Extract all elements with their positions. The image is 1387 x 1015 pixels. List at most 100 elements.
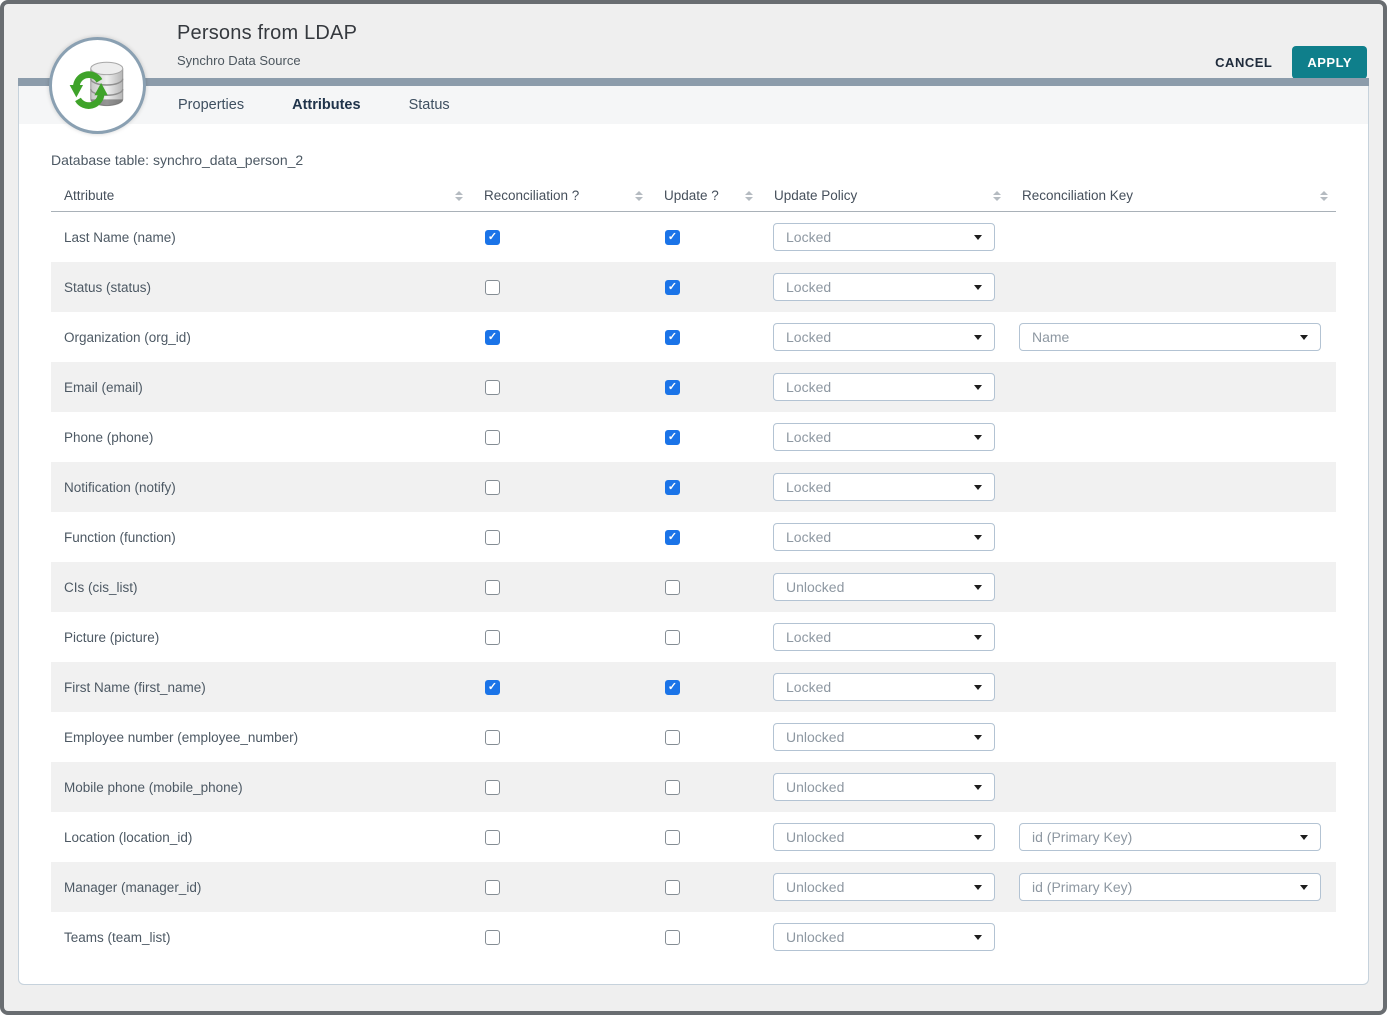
update-policy-select[interactable]: Unlocked <box>773 573 995 601</box>
apply-button[interactable]: APPLY <box>1292 46 1367 79</box>
tab-properties[interactable]: Properties <box>178 97 244 113</box>
reconciliation-key-select[interactable]: id (Primary Key) <box>1019 823 1321 851</box>
update-checkbox[interactable] <box>665 880 680 895</box>
update-cell: ✓ <box>651 530 761 545</box>
reconciliation-checkbox[interactable] <box>485 280 500 295</box>
update-checkbox[interactable]: ✓ <box>665 680 680 695</box>
reconciliation-checkbox[interactable] <box>485 780 500 795</box>
update-checkbox[interactable]: ✓ <box>665 430 680 445</box>
update-policy-select-value: Locked <box>786 429 831 445</box>
dropdown-caret-icon <box>974 335 982 340</box>
sync-arrows-icon <box>69 74 107 105</box>
update-checkbox[interactable] <box>665 830 680 845</box>
reconciliation-checkbox[interactable] <box>485 730 500 745</box>
update-policy-cell: Locked <box>761 623 1009 651</box>
update-policy-cell: Locked <box>761 373 1009 401</box>
reconciliation-cell <box>471 480 651 495</box>
reconciliation-cell <box>471 780 651 795</box>
reconciliation-checkbox[interactable]: ✓ <box>485 230 500 245</box>
table-row: Picture (picture)Locked <box>51 612 1336 662</box>
reconciliation-key-select[interactable]: Name <box>1019 323 1321 351</box>
update-policy-select[interactable]: Unlocked <box>773 823 995 851</box>
reconciliation-checkbox[interactable] <box>485 530 500 545</box>
update-policy-select-value: Unlocked <box>786 779 844 795</box>
update-policy-cell: Locked <box>761 523 1009 551</box>
sort-icon[interactable] <box>635 191 643 201</box>
update-checkbox[interactable]: ✓ <box>665 330 680 345</box>
sort-icon[interactable] <box>455 191 463 201</box>
update-policy-select[interactable]: Locked <box>773 223 995 251</box>
dropdown-caret-icon <box>974 235 982 240</box>
update-checkbox[interactable]: ✓ <box>665 380 680 395</box>
page-header: Persons from LDAP Synchro Data Source <box>177 22 357 68</box>
panel-top-bar <box>18 78 1369 86</box>
update-policy-select[interactable]: Unlocked <box>773 873 995 901</box>
table-row: Email (email)✓Locked <box>51 362 1336 412</box>
update-policy-select-value: Unlocked <box>786 829 844 845</box>
update-checkbox[interactable]: ✓ <box>665 530 680 545</box>
synchro-data-source-icon <box>49 37 146 134</box>
reconciliation-checkbox[interactable] <box>485 580 500 595</box>
tab-attributes[interactable]: Attributes <box>292 97 360 113</box>
reconciliation-cell <box>471 730 651 745</box>
update-checkbox[interactable] <box>665 730 680 745</box>
update-policy-select-value: Locked <box>786 529 831 545</box>
reconciliation-checkbox[interactable] <box>485 380 500 395</box>
update-policy-cell: Unlocked <box>761 573 1009 601</box>
update-policy-select[interactable]: Locked <box>773 523 995 551</box>
update-checkbox[interactable] <box>665 930 680 945</box>
column-header-label: Reconciliation ? <box>484 188 579 203</box>
reconciliation-key-cell: Name <box>1009 323 1336 351</box>
tab-status[interactable]: Status <box>409 97 450 113</box>
update-policy-cell: Locked <box>761 223 1009 251</box>
sort-icon[interactable] <box>1320 191 1328 201</box>
cancel-button[interactable]: CANCEL <box>1215 55 1272 70</box>
update-cell: ✓ <box>651 480 761 495</box>
update-checkbox[interactable] <box>665 630 680 645</box>
dropdown-caret-icon <box>974 835 982 840</box>
update-cell: ✓ <box>651 330 761 345</box>
update-cell <box>651 580 761 595</box>
reconciliation-checkbox[interactable] <box>485 830 500 845</box>
update-policy-cell: Unlocked <box>761 773 1009 801</box>
reconciliation-key-select-value: Name <box>1032 329 1069 345</box>
update-cell <box>651 630 761 645</box>
sort-icon[interactable] <box>745 191 753 201</box>
update-policy-select[interactable]: Locked <box>773 373 995 401</box>
update-policy-select[interactable]: Locked <box>773 623 995 651</box>
update-policy-select[interactable]: Unlocked <box>773 923 995 951</box>
page-title: Persons from LDAP <box>177 22 357 45</box>
update-policy-select[interactable]: Unlocked <box>773 723 995 751</box>
reconciliation-checkbox[interactable] <box>485 630 500 645</box>
reconciliation-checkbox[interactable] <box>485 480 500 495</box>
database-sync-icon <box>65 53 131 119</box>
content-panel: Properties Attributes Status Database ta… <box>18 78 1369 985</box>
update-policy-select[interactable]: Locked <box>773 423 995 451</box>
update-policy-select[interactable]: Locked <box>773 473 995 501</box>
update-policy-select[interactable]: Locked <box>773 323 995 351</box>
dropdown-caret-icon <box>974 685 982 690</box>
attribute-label: Teams (team_list) <box>51 930 471 945</box>
reconciliation-checkbox[interactable]: ✓ <box>485 330 500 345</box>
update-checkbox[interactable] <box>665 780 680 795</box>
column-header-update: Update ? <box>651 188 761 203</box>
attribute-label: Employee number (employee_number) <box>51 730 471 745</box>
dropdown-caret-icon <box>974 385 982 390</box>
reconciliation-key-select[interactable]: id (Primary Key) <box>1019 873 1321 901</box>
reconciliation-checkbox[interactable]: ✓ <box>485 680 500 695</box>
attribute-label: Manager (manager_id) <box>51 880 471 895</box>
update-checkbox[interactable] <box>665 580 680 595</box>
reconciliation-cell: ✓ <box>471 330 651 345</box>
reconciliation-checkbox[interactable] <box>485 430 500 445</box>
update-policy-select[interactable]: Locked <box>773 273 995 301</box>
update-checkbox[interactable]: ✓ <box>665 280 680 295</box>
update-policy-select-value: Locked <box>786 379 831 395</box>
update-checkbox[interactable]: ✓ <box>665 480 680 495</box>
update-checkbox[interactable]: ✓ <box>665 230 680 245</box>
sort-icon[interactable] <box>993 191 1001 201</box>
update-policy-select[interactable]: Unlocked <box>773 773 995 801</box>
update-cell <box>651 930 761 945</box>
reconciliation-checkbox[interactable] <box>485 880 500 895</box>
reconciliation-checkbox[interactable] <box>485 930 500 945</box>
update-policy-select[interactable]: Locked <box>773 673 995 701</box>
